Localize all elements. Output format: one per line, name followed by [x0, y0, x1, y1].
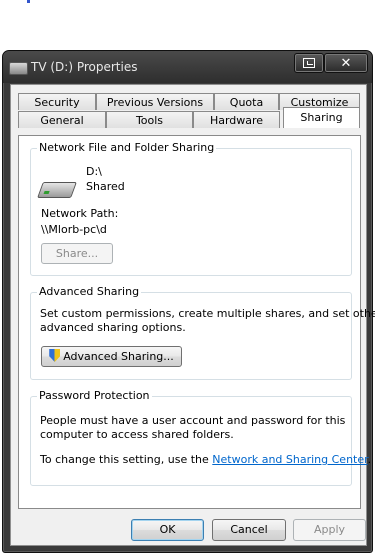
restore-icon: [303, 58, 315, 68]
tab-security[interactable]: Security: [18, 93, 96, 110]
tab-general[interactable]: General: [18, 111, 106, 128]
tab-tools[interactable]: Tools: [106, 111, 193, 128]
properties-window: TV (D:) Properties ✕ Security Previous V…: [2, 50, 375, 553]
sharing-tab-page: Network File and Folder Sharing D:\ Shar…: [18, 135, 375, 509]
network-path-value: \\Mlorb-pc\d: [41, 223, 107, 236]
password-protection-line1: People must have a user account and pass…: [40, 414, 346, 427]
advanced-sharing-label: Advanced Sharing: [37, 285, 142, 298]
close-button[interactable]: ✕: [324, 53, 368, 73]
network-sharing-center-link[interactable]: Network and Sharing Center: [212, 453, 367, 466]
password-protection-line3: To change this setting, use the Network …: [40, 453, 371, 466]
dialog-client-area: Security Previous Versions Quota Customi…: [10, 84, 375, 546]
password-protection-label: Password Protection: [37, 389, 152, 402]
uac-shield-icon: [49, 349, 61, 362]
drive-name: D:\: [86, 165, 102, 178]
tab-previous-versions[interactable]: Previous Versions: [96, 93, 214, 110]
drive-status: Shared: [86, 180, 125, 193]
tab-quota[interactable]: Quota: [214, 93, 279, 110]
apply-button[interactable]: Apply: [293, 519, 366, 541]
cancel-button[interactable]: Cancel: [212, 519, 286, 541]
tab-hardware[interactable]: Hardware: [193, 111, 280, 128]
advanced-sharing-desc-line1: Set custom permissions, create multiple …: [40, 307, 375, 320]
ok-button[interactable]: OK: [131, 519, 204, 541]
password-protection-prefix: To change this setting, use the: [40, 453, 213, 466]
tab-sharing[interactable]: Sharing: [283, 107, 360, 128]
advanced-sharing-button-label: Advanced Sharing...: [63, 350, 174, 363]
share-button[interactable]: Share...: [41, 243, 113, 264]
window-title: TV (D:) Properties: [31, 60, 138, 74]
advanced-sharing-button[interactable]: Advanced Sharing...: [41, 346, 182, 367]
network-sharing-label: Network File and Folder Sharing: [37, 141, 217, 154]
password-protection-group: Password Protection People must have a u…: [30, 389, 371, 486]
password-protection-suffix: .: [367, 453, 372, 466]
password-protection-line2: computer to access shared folders.: [40, 428, 234, 441]
advanced-sharing-desc-line2: advanced sharing options.: [40, 321, 186, 334]
drive-title-icon: [9, 62, 28, 75]
close-icon: ✕: [340, 55, 352, 71]
title-bar[interactable]: TV (D:) Properties ✕: [3, 51, 372, 83]
network-sharing-group: Network File and Folder Sharing D:\ Shar…: [30, 141, 352, 276]
network-path-label: Network Path:: [41, 207, 119, 220]
advanced-sharing-group: Advanced Sharing Set custom permissions,…: [30, 285, 375, 380]
restore-button[interactable]: [294, 53, 324, 73]
corner-dot: [27, 0, 30, 3]
shared-drive-icon: [37, 182, 77, 198]
